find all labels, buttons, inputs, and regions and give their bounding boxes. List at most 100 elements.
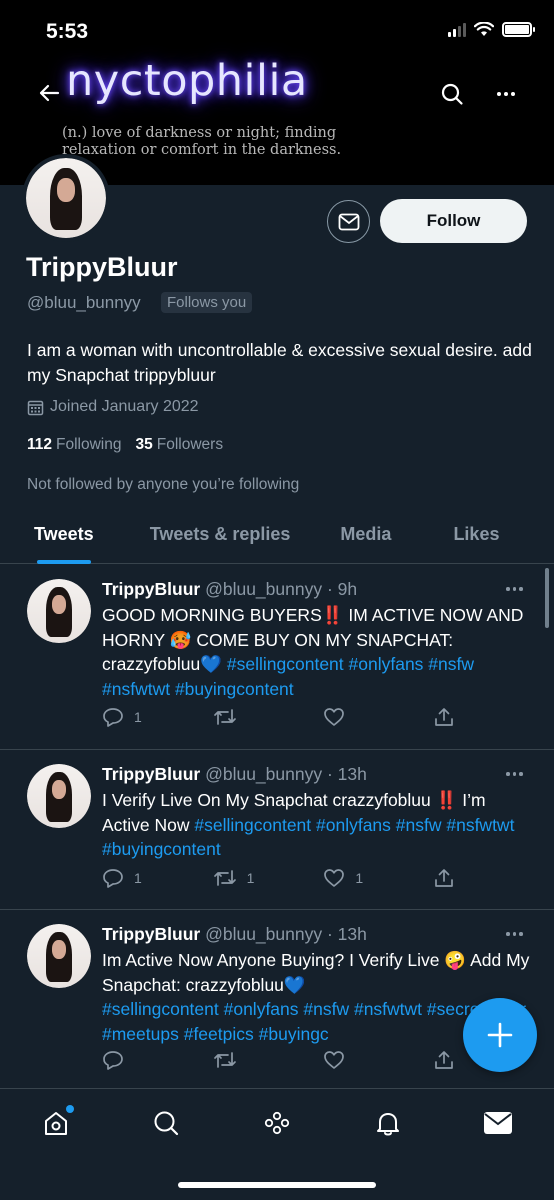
retweet-button[interactable]	[213, 1050, 324, 1070]
spaces-icon	[264, 1111, 290, 1135]
reply-count: 1	[134, 709, 142, 725]
heart-icon	[324, 708, 345, 726]
compose-tweet-button[interactable]	[463, 998, 537, 1072]
tweet[interactable]: TrippyBluur @bluu_bunnyy · 13h Im Active…	[0, 910, 554, 1088]
share-icon	[435, 708, 453, 726]
banner-subtitle: (n.) love of darkness or night; finding …	[62, 125, 342, 158]
avatar[interactable]	[27, 924, 91, 988]
arrow-left-icon	[39, 84, 60, 102]
like-button[interactable]	[323, 1050, 434, 1070]
tab-likes[interactable]: Likes	[453, 512, 499, 556]
followers-label: Followers	[156, 436, 224, 453]
nav-notifications[interactable]	[372, 1107, 404, 1139]
bell-icon	[377, 1113, 399, 1136]
scrollbar[interactable]	[545, 568, 549, 628]
reply-icon	[103, 708, 123, 727]
retweet-count: 1	[246, 870, 255, 886]
reply-button[interactable]	[102, 1050, 213, 1070]
tab-tweets[interactable]: Tweets	[34, 512, 94, 564]
following-link[interactable]: 112 Following	[27, 436, 122, 454]
more-icon	[497, 92, 501, 96]
reply-count: 1	[134, 870, 142, 886]
not-followed-text: Not followed by anyone you’re following	[27, 476, 300, 493]
tweet-text: I Verify Live On My Snapchat crazzyfoblu…	[102, 788, 532, 862]
search-icon	[154, 1111, 179, 1136]
share-button[interactable]	[434, 1050, 454, 1070]
status-time: 5:53	[46, 20, 89, 43]
avatar[interactable]	[27, 579, 91, 643]
nav-home[interactable]	[40, 1105, 74, 1139]
back-button[interactable]	[36, 80, 62, 106]
tweet-more-button[interactable]	[506, 587, 523, 591]
tweet-header: TrippyBluur @bluu_bunnyy · 13h	[102, 764, 367, 785]
tweet-text-body: Im Active Now Anyone Buying? I Verify Li…	[102, 950, 530, 995]
followers-link[interactable]: 35 Followers	[136, 436, 224, 454]
status-icons	[448, 22, 535, 37]
like-button[interactable]	[323, 707, 434, 727]
avatar[interactable]	[27, 764, 91, 828]
reply-icon	[103, 869, 123, 888]
tweet-header: TrippyBluur @bluu_bunnyy · 9h	[102, 579, 357, 600]
search-icon	[441, 83, 463, 105]
share-icon	[435, 1051, 453, 1069]
joined-text: Joined January 2022	[50, 398, 199, 415]
more-icon	[506, 932, 510, 936]
reply-icon	[103, 1051, 123, 1070]
bottom-nav	[0, 1088, 554, 1200]
message-button[interactable]	[327, 200, 370, 243]
nav-spaces[interactable]	[261, 1107, 293, 1139]
reply-button[interactable]: 1	[102, 707, 213, 727]
share-button[interactable]	[434, 707, 454, 727]
profile-handle: @bluu_bunnyy	[27, 293, 141, 312]
tweet-more-button[interactable]	[506, 932, 523, 936]
more-icon	[506, 772, 510, 776]
follow-button[interactable]: Follow	[380, 199, 527, 243]
nav-messages[interactable]	[482, 1107, 514, 1139]
tweet-meta: @bluu_bunnyy · 13h	[205, 764, 367, 784]
tweet-actions	[102, 1050, 454, 1070]
heart-icon	[324, 869, 345, 887]
retweet-button[interactable]	[213, 707, 324, 727]
followers-count: 35	[135, 436, 153, 453]
tweet-more-button[interactable]	[506, 772, 523, 776]
retweet-icon	[213, 870, 236, 886]
share-icon	[435, 869, 453, 887]
home-indicator	[178, 1182, 376, 1188]
nav-explore[interactable]	[150, 1107, 182, 1139]
home-icon	[45, 1112, 67, 1135]
profile-bio: I am a woman with uncontrollable & exces…	[27, 340, 532, 385]
following-label: Following	[56, 436, 122, 453]
envelope-icon	[484, 1112, 512, 1134]
like-count: 1	[355, 870, 364, 886]
wifi-icon	[474, 22, 494, 36]
tweet-author: TrippyBluur	[102, 924, 201, 944]
share-button[interactable]	[434, 868, 454, 888]
heart-icon	[324, 1051, 345, 1069]
profile-avatar[interactable]	[22, 154, 110, 242]
retweet-button[interactable]: 1	[213, 868, 324, 888]
more-button[interactable]	[494, 84, 518, 104]
reply-button[interactable]: 1	[102, 868, 213, 888]
notification-dot	[66, 1105, 74, 1113]
more-icon	[506, 587, 510, 591]
cellular-signal-icon	[448, 22, 466, 37]
tweet-actions: 1 1 1	[102, 868, 454, 888]
tweet-author: TrippyBluur	[102, 579, 201, 599]
battery-icon	[502, 22, 535, 37]
tweet-text: GOOD MORNING BUYERS‼️ IM ACTIVE NOW AND …	[102, 603, 532, 701]
calendar-icon	[27, 400, 44, 415]
following-count: 112	[27, 436, 53, 453]
follows-you-badge: Follows you	[161, 292, 253, 313]
tab-tweets-replies[interactable]: Tweets & replies	[150, 512, 291, 556]
tab-media[interactable]: Media	[340, 512, 391, 556]
search-button[interactable]	[440, 82, 466, 108]
tweet-author: TrippyBluur	[102, 764, 201, 784]
profile-tabs: Tweets Tweets & replies Media Likes	[0, 512, 554, 564]
plus-icon	[487, 1022, 513, 1048]
banner-title: nyctophilia	[66, 56, 308, 106]
like-button[interactable]: 1	[323, 868, 434, 888]
tweet-actions: 1	[102, 707, 454, 727]
tweet[interactable]: TrippyBluur @bluu_bunnyy · 13h I Verify …	[0, 750, 554, 910]
tweet[interactable]: TrippyBluur @bluu_bunnyy · 9h GOOD MORNI…	[0, 565, 554, 750]
retweet-icon	[213, 709, 236, 725]
